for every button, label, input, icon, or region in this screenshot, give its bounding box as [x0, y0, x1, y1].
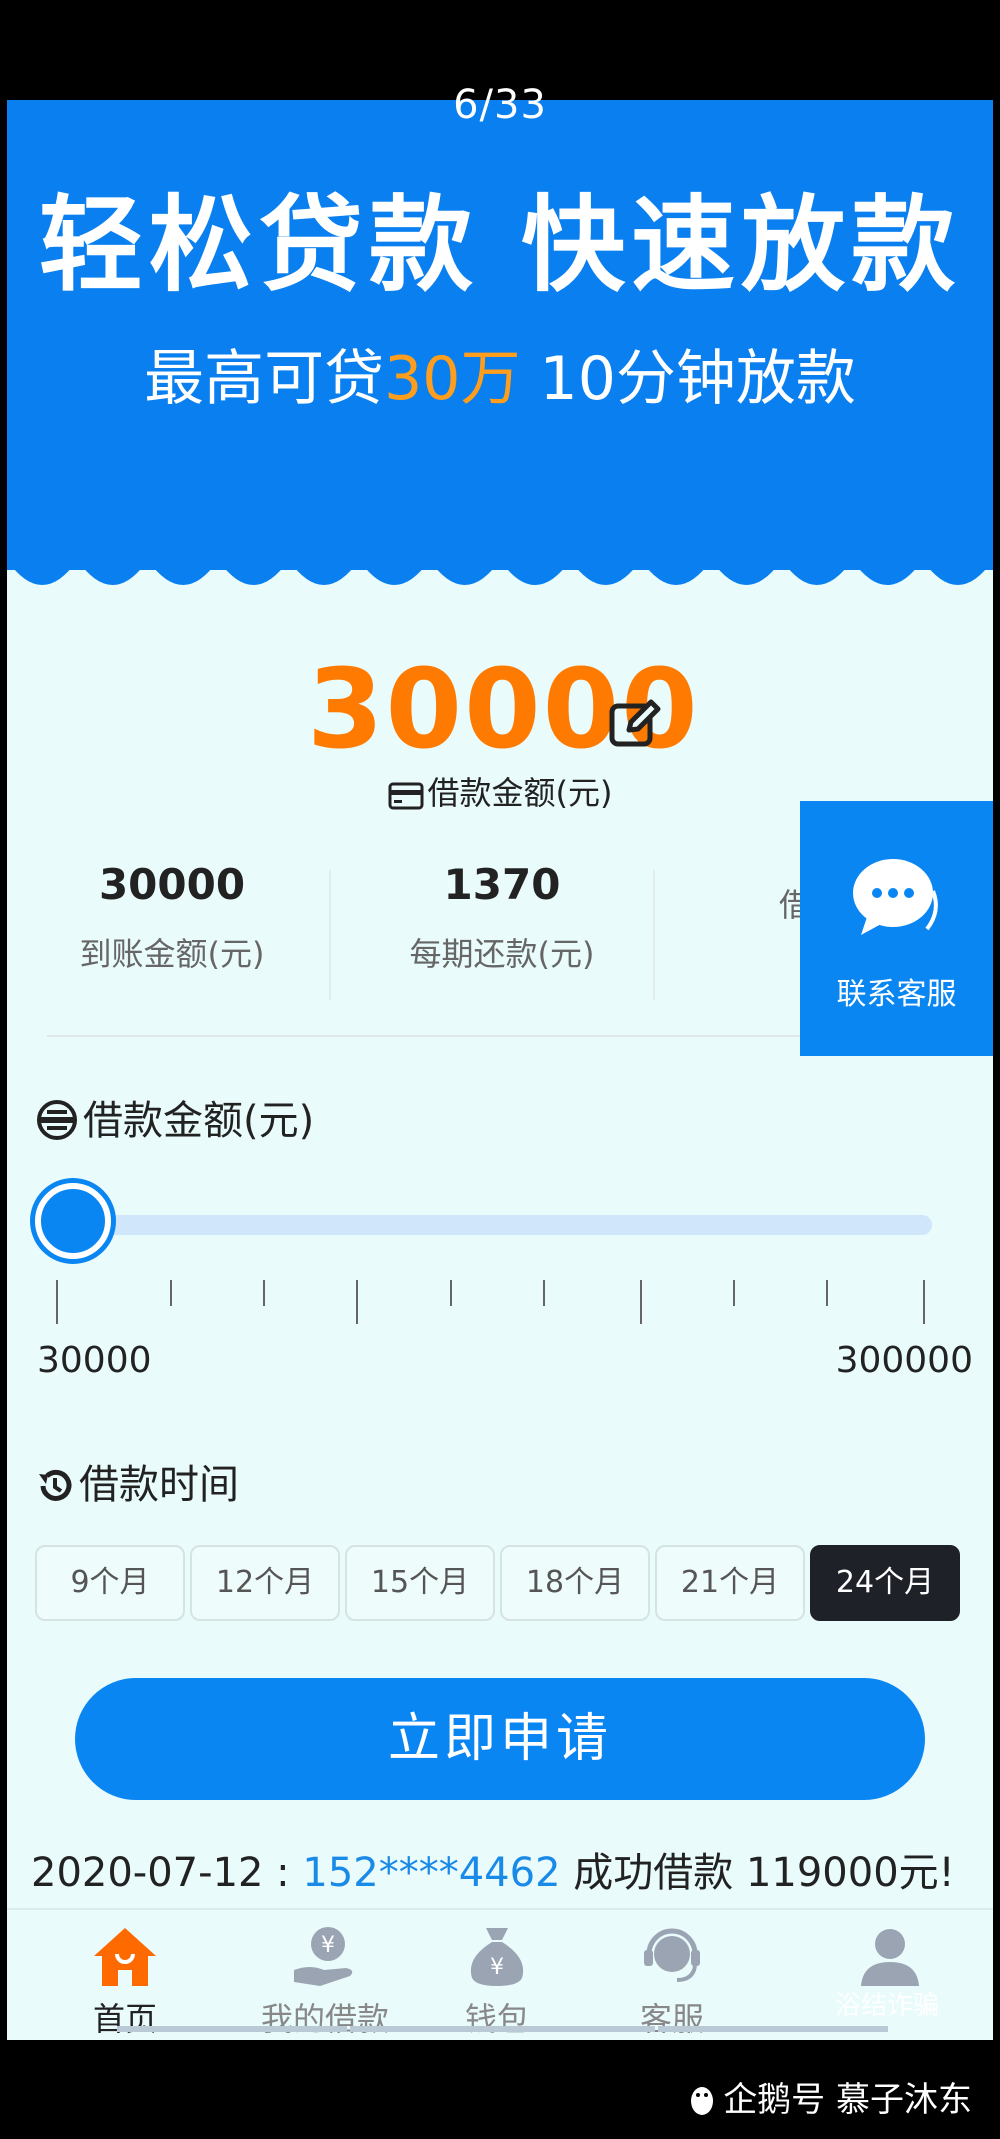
banner-sub-suffix: 10分钟放款: [520, 344, 856, 414]
edit-amount-icon[interactable]: [607, 696, 663, 752]
user-icon: [861, 1929, 919, 1986]
stat-divider: [329, 870, 331, 1000]
promo-banner: 轻松贷款 快速放款 最高可贷30万 10分钟放款: [7, 100, 993, 570]
tab-home[interactable]: 首页: [35, 1910, 215, 2040]
apply-now-button[interactable]: 立即申请: [75, 1678, 925, 1800]
slider-tick: [543, 1280, 545, 1306]
term-option-12[interactable]: 12个月: [190, 1545, 340, 1621]
tab-indicator-line: [117, 2026, 347, 2032]
stat-value: 1370: [443, 860, 561, 909]
slider-tick: [733, 1280, 735, 1306]
tab-customer-service[interactable]: 客服: [582, 1910, 762, 2040]
banner-sub-highlight: 30万: [384, 344, 521, 414]
term-options: 9个月 12个月 15个月 18个月 21个月 24个月: [35, 1545, 965, 1623]
tab-profile[interactable]: [800, 1910, 980, 1994]
source-brand: 企鹅号 慕子沐东: [687, 2072, 972, 2121]
image-counter: 6/33: [453, 82, 547, 128]
tab-label: 客服: [639, 2000, 704, 2038]
chat-bubble-icon: [852, 859, 938, 935]
stat-received-amount: 30000 到账金额(元): [7, 860, 337, 975]
coin-icon: [37, 1100, 77, 1140]
tab-label: 我的借款: [260, 2000, 389, 2038]
yen-hand-icon: ¥: [294, 1927, 353, 1986]
tab-label: 首页: [92, 2000, 157, 2038]
banner-headline: 轻松贷款 快速放款: [38, 184, 962, 306]
term-option-24-selected[interactable]: 24个月: [810, 1545, 960, 1621]
stat-installment: 1370 每期还款(元): [337, 860, 667, 975]
term-option-15[interactable]: 15个月: [345, 1545, 495, 1621]
slider-tick-major: [923, 1280, 925, 1324]
slider-tick-major: [640, 1280, 642, 1324]
loan-amount-caption-text: 借款金额(元): [427, 774, 613, 812]
term-option-9[interactable]: 9个月: [35, 1545, 185, 1621]
stat-label: 到账金额(元): [79, 935, 265, 973]
source-footer: 企鹅号 慕子沐东: [0, 2040, 1000, 2139]
term-section-title-text: 借款时间: [79, 1462, 239, 1508]
term-option-18[interactable]: 18个月: [500, 1545, 650, 1621]
tab-indicator-line: [350, 2026, 655, 2032]
banner-subline: 最高可贷30万 10分钟放款: [7, 330, 993, 417]
stat-divider: [653, 870, 655, 1000]
slider-tick-major: [56, 1280, 58, 1324]
card-icon: [388, 782, 423, 810]
penguin-icon: [691, 2087, 714, 2115]
tab-indicator-line: [658, 2026, 888, 2032]
tab-wallet[interactable]: ¥ 钱包: [407, 1910, 587, 2040]
amount-section-title: 借款金额(元): [35, 1088, 314, 1146]
stat-label: 每期还款(元): [409, 935, 595, 973]
ticker-phone: 152****4462: [302, 1850, 561, 1896]
banner-wave-edge: [7, 530, 993, 585]
banner-sub-prefix: 最高可贷: [144, 344, 385, 414]
ticker-message: 成功借款 119000元!: [560, 1850, 955, 1896]
slider-tick: [170, 1280, 172, 1306]
tab-my-loans[interactable]: ¥ 我的借款: [235, 1910, 415, 2040]
slider-max-label: 300000: [835, 1340, 973, 1381]
slider-tick: [450, 1280, 452, 1306]
slider-tick: [826, 1280, 828, 1306]
term-section-title: 借款时间: [35, 1452, 239, 1510]
tab-label: 钱包: [464, 2000, 529, 2038]
customer-service-label: 联系客服: [836, 977, 957, 1012]
slider-tick-major: [356, 1280, 358, 1324]
home-icon: [94, 1928, 156, 1986]
app-screen: 轻松贷款 快速放款 最高可贷30万 10分钟放款 30000 借款金额(元) 3…: [7, 100, 993, 2040]
money-bag-icon: ¥: [470, 1928, 524, 1986]
stats-divider: [47, 1035, 807, 1037]
slider-tick: [263, 1280, 265, 1306]
svg-text:¥: ¥: [321, 1933, 335, 1958]
term-option-21[interactable]: 21个月: [655, 1545, 805, 1621]
ticker-date: 2020-07-12 :: [31, 1850, 303, 1896]
amount-section-title-text: 借款金额(元): [83, 1098, 315, 1144]
watermark-overlay: 浴结诈骗: [835, 1991, 940, 2021]
slider-min-label: 30000: [37, 1340, 152, 1381]
history-icon: [39, 1469, 72, 1501]
headset-icon: [644, 1928, 700, 1982]
source-brand-text: 企鹅号 慕子沐东: [723, 2080, 972, 2120]
stat-value: 30000: [98, 860, 246, 909]
success-ticker: 2020-07-12 : 152****4462 成功借款 119000元!: [31, 1840, 955, 1898]
amount-slider-thumb[interactable]: [35, 1183, 111, 1259]
customer-service-float-button[interactable]: 联系客服: [800, 801, 993, 1056]
amount-slider-track[interactable]: [77, 1215, 932, 1235]
svg-text:¥: ¥: [490, 1955, 504, 1980]
